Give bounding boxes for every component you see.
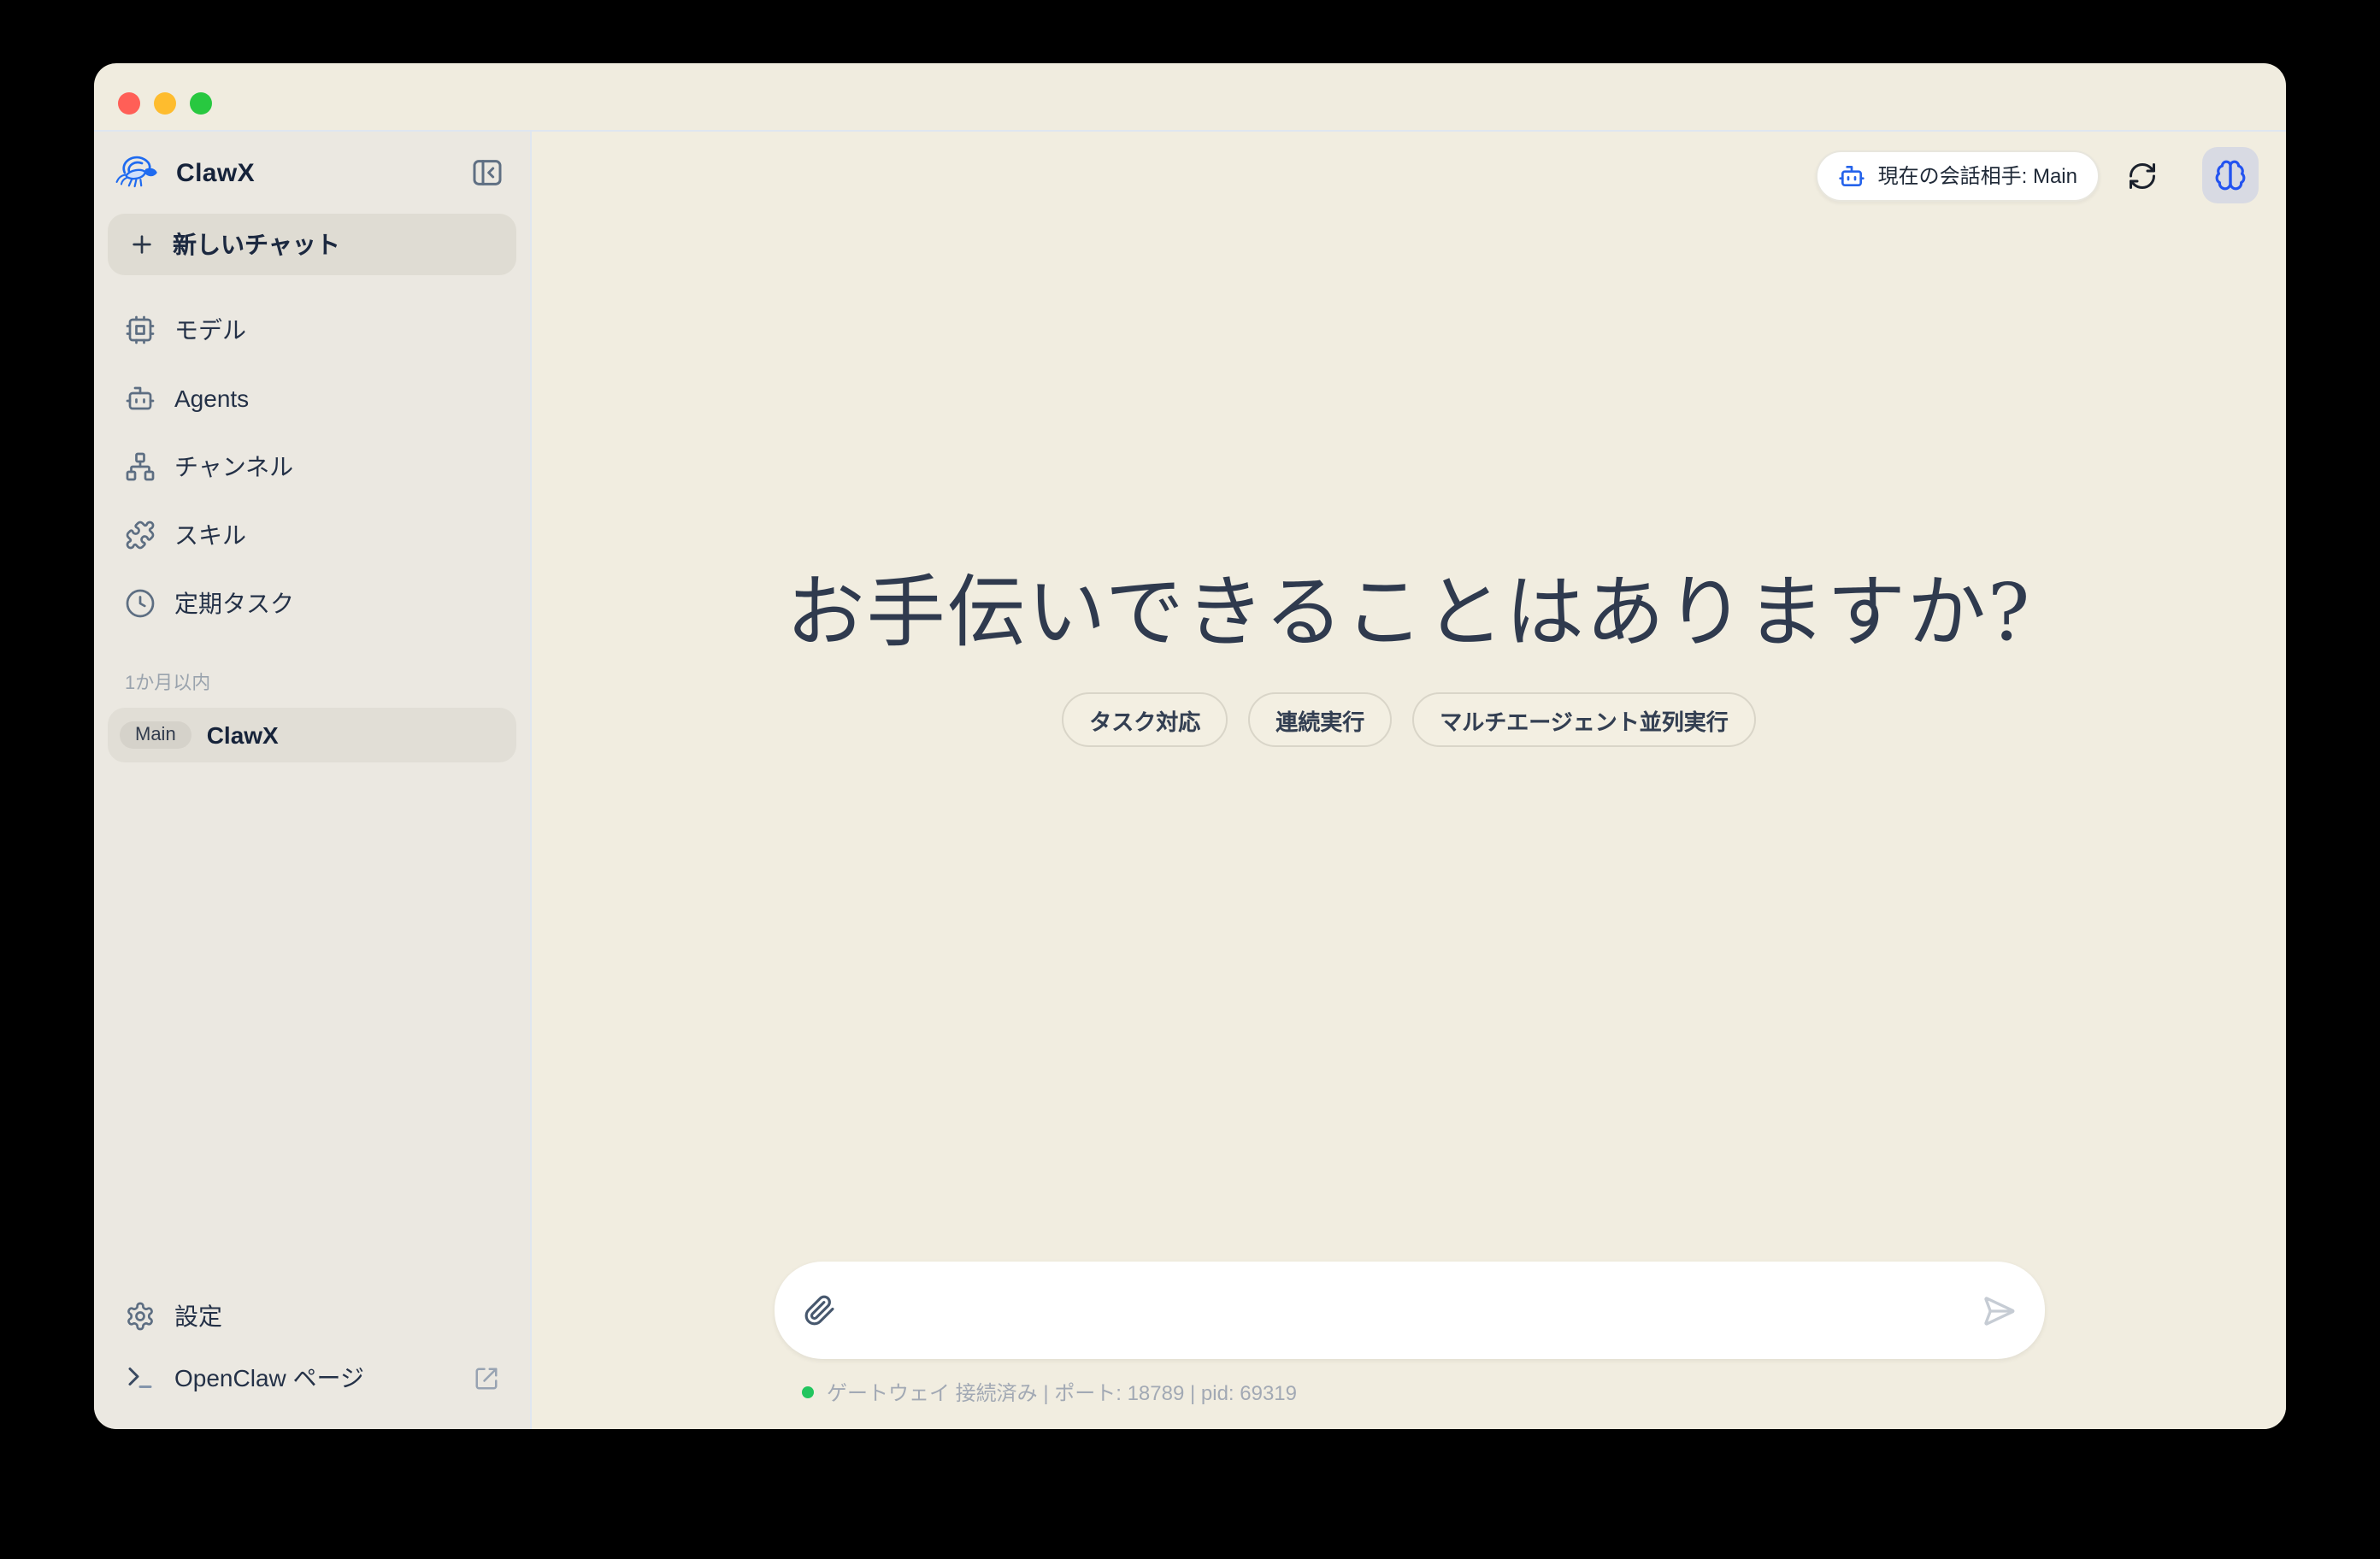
network-icon (125, 451, 156, 482)
sidebar-item-openclaw-page[interactable]: OpenClaw ページ (108, 1347, 516, 1409)
suggestion-pill-continuous[interactable]: 連続実行 (1248, 692, 1392, 747)
sidebar-item-label: スキル (174, 518, 246, 552)
app-title: ClawX (176, 158, 255, 187)
panel-collapse-icon (470, 156, 504, 190)
suggestion-pills: タスク対応 連続実行 マルチエージェント並列実行 (532, 692, 2286, 747)
composer-area: ゲートウェイ 接続済み | ポート: 18789 | pid: 69319 (532, 1262, 2286, 1407)
sidebar-item-settings[interactable]: 設定 (108, 1285, 516, 1347)
window-close-button[interactable] (118, 92, 140, 115)
sidebar: ClawX 新しいチャット (94, 132, 532, 1429)
sidebar-item-skills[interactable]: スキル (108, 504, 516, 566)
sidebar-item-label: 設定 (174, 1299, 222, 1333)
plus-icon (128, 231, 156, 258)
gateway-status-text: ゲートウェイ 接続済み | ポート: 18789 | pid: 69319 (827, 1378, 1297, 1407)
sidebar-item-scheduled-tasks[interactable]: 定期タスク (108, 573, 516, 634)
current-conversation-button[interactable]: 現在の会話相手: Main (1817, 150, 2100, 201)
sidebar-item-channels[interactable]: チャンネル (108, 436, 516, 497)
send-button[interactable] (1981, 1293, 2015, 1327)
brain-icon (2214, 159, 2247, 191)
chip-icon (125, 315, 156, 345)
current-conversation-label: 現在の会話相手: Main (1878, 161, 2077, 190)
gateway-status: ゲートウェイ 接続済み | ポート: 18789 | pid: 69319 (774, 1378, 2044, 1407)
main-agent-badge: Main (120, 721, 191, 749)
brain-button[interactable] (2202, 147, 2259, 203)
window-zoom-button[interactable] (190, 92, 212, 115)
sidebar-item-label: モデル (174, 313, 246, 347)
new-chat-label: 新しいチャット (173, 227, 340, 262)
main-area: 現在の会話相手: Main (532, 132, 2286, 1429)
history-section-label: 1か月以内 (108, 668, 516, 696)
puzzle-icon (125, 520, 156, 550)
terminal-icon (125, 1362, 156, 1393)
chat-history-item-clawx[interactable]: Main ClawX (108, 708, 516, 762)
sidebar-nav: モデル Agents (108, 299, 516, 634)
robot-icon (1839, 162, 1866, 189)
sidebar-item-label: 定期タスク (174, 586, 294, 621)
send-icon (1981, 1293, 2015, 1327)
robot-icon (125, 383, 156, 414)
status-dot-icon (801, 1386, 813, 1398)
sidebar-item-label: Agents (174, 385, 249, 412)
sidebar-item-label: OpenClaw ページ (174, 1361, 364, 1395)
sidebar-item-label: チャンネル (174, 450, 293, 484)
suggestion-pill-tasks[interactable]: タスク対応 (1062, 692, 1228, 747)
refresh-icon (2127, 160, 2158, 191)
greeting-heading: お手伝いできることはありますか? (532, 550, 2286, 663)
new-chat-button[interactable]: 新しいチャット (108, 214, 516, 275)
composer (774, 1262, 2044, 1359)
clock-icon (125, 588, 156, 619)
chat-history-title: ClawX (207, 721, 279, 749)
app-window: ClawX 新しいチャット (94, 63, 2286, 1429)
desktop-background: ClawX 新しいチャット (0, 0, 2380, 1559)
refresh-button[interactable] (2120, 153, 2165, 197)
traffic-lights (118, 92, 212, 115)
message-input[interactable] (852, 1262, 1964, 1359)
attach-button[interactable] (803, 1294, 835, 1327)
gear-icon (125, 1301, 156, 1332)
sidebar-spacer (108, 762, 516, 1285)
suggestion-pill-multi-agent[interactable]: マルチエージェント並列実行 (1412, 692, 1756, 747)
top-controls: 現在の会話相手: Main (1817, 147, 2259, 203)
external-link-icon (474, 1365, 499, 1391)
clawx-logo-icon (115, 152, 161, 193)
sidebar-collapse-button[interactable] (468, 154, 506, 191)
paperclip-icon (803, 1294, 835, 1327)
sidebar-header: ClawX (108, 149, 516, 214)
titlebar (94, 63, 2286, 132)
sidebar-item-models[interactable]: モデル (108, 299, 516, 361)
window-minimize-button[interactable] (154, 92, 176, 115)
sidebar-item-agents[interactable]: Agents (108, 368, 516, 429)
